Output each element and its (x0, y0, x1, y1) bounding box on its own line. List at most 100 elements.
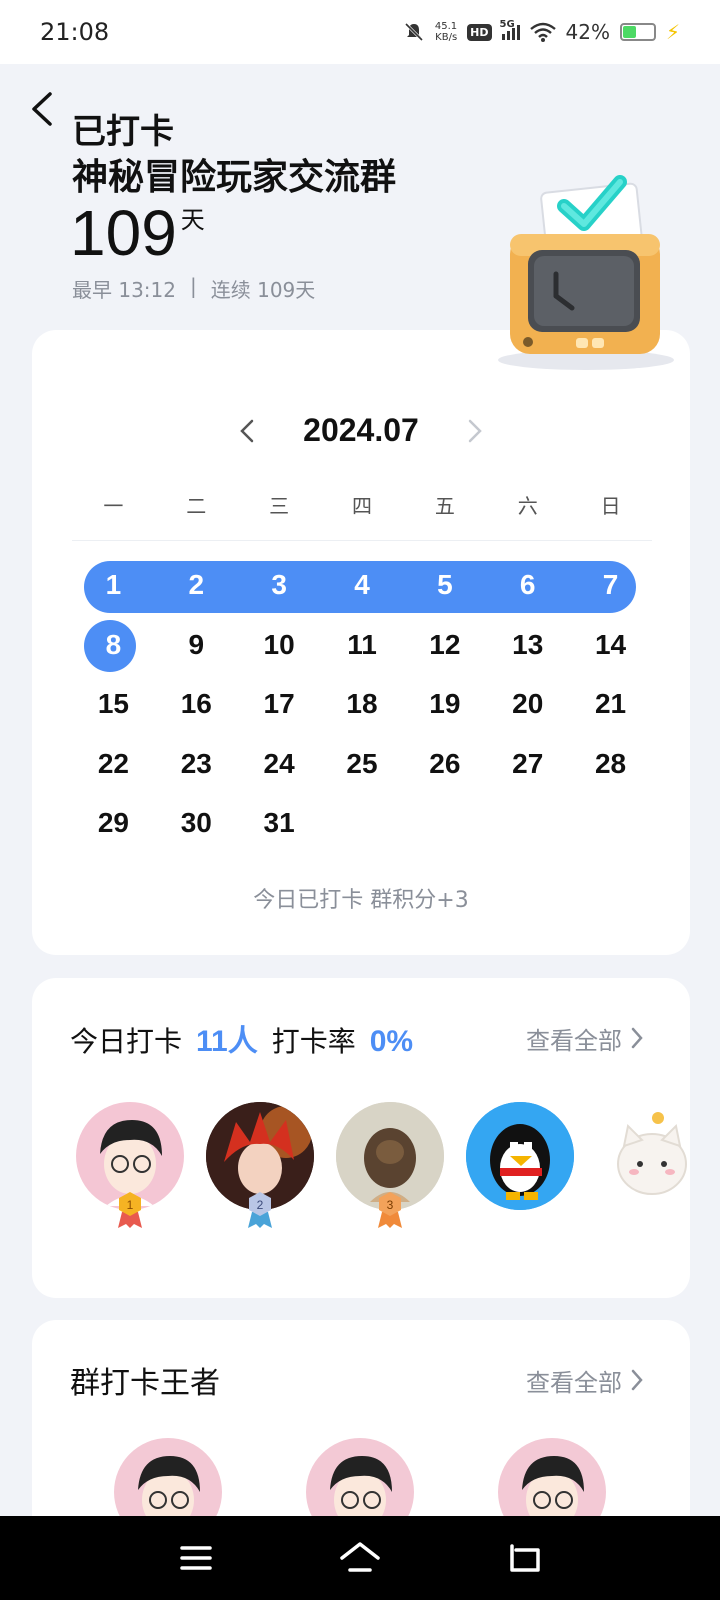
calendar-day-checked[interactable]: 6 (486, 561, 569, 621)
group-name: 神秘冒险玩家交流群 (72, 157, 397, 198)
calendar-day[interactable]: 13 (486, 621, 569, 681)
checkin-rate-label: 打卡率 (271, 1025, 356, 1058)
signal-icon: 5G (500, 19, 520, 40)
today-checkin-count: 11人 (196, 1025, 258, 1058)
calendar-day[interactable]: 12 (403, 621, 486, 681)
rank-number: 1 (127, 1198, 134, 1212)
today-see-all-link[interactable]: 查看全部 (526, 1021, 644, 1056)
calendar-day[interactable]: 24 (238, 740, 321, 800)
calendar-days: 1 2 3 4 5 6 7 8 9 10 11 12 13 14 15 16 17 18 19 20 21 22 23 24 2… (72, 561, 652, 859)
calendar-day[interactable]: 20 (486, 680, 569, 740)
back-button[interactable] (24, 84, 64, 134)
checkin-rate-value: 0% (369, 1025, 414, 1058)
calendar-day-today[interactable]: 8 (72, 621, 155, 681)
clock-checkin-illustration (498, 175, 674, 370)
return-icon[interactable] (502, 1536, 546, 1580)
weekday-label: 一 (103, 494, 124, 518)
calendar-day-checked[interactable]: 3 (238, 561, 321, 621)
status-time: 21:08 (40, 18, 110, 46)
battery-icon (619, 23, 656, 41)
status-bar: 21:08 45.1 KB/s HD 5G 42% ⚡ (0, 0, 720, 64)
today-checkin-label: 今日打卡 (70, 1025, 183, 1058)
calendar-day[interactable]: 19 (403, 680, 486, 740)
system-nav-bar (0, 1516, 720, 1600)
weekday-header: 一 二 三 四 五 六 日 (72, 490, 652, 519)
streak-days: 连续 109天 (210, 278, 316, 302)
calendar-day[interactable]: 10 (238, 621, 321, 681)
next-month-button[interactable] (465, 416, 485, 446)
weekday-label: 六 (517, 494, 538, 518)
month-label: 2024.07 (303, 412, 419, 448)
calendar-day[interactable]: 31 (238, 799, 321, 859)
earliest-time: 最早 13:12 (72, 278, 176, 302)
checkin-note: 今日已打卡 群积分+3 (253, 888, 469, 913)
calendar-day[interactable]: 29 (72, 799, 155, 859)
king-header: 群打卡王者 查看全部 (70, 1358, 644, 1402)
calendar-day[interactable]: 9 (155, 621, 238, 681)
calendar-day-checked[interactable]: 5 (403, 561, 486, 621)
calendar-day[interactable]: 18 (321, 680, 404, 740)
network-type: 5G (499, 18, 515, 30)
days-count: 109 (70, 197, 177, 269)
prev-month-button[interactable] (237, 416, 257, 446)
net-speed-value: 45.1 (434, 21, 458, 32)
weekday-label: 日 (600, 494, 621, 518)
mute-icon (404, 22, 423, 42)
calendar-day-checked[interactable]: 1 (72, 561, 155, 621)
menu-icon[interactable] (174, 1536, 218, 1580)
today-avatar-list: 1 2 3 (76, 1102, 690, 1242)
see-all-label: 查看全部 (526, 1368, 622, 1397)
weekday-label: 三 (269, 494, 290, 518)
checkin-status-title: 已打卡 (72, 112, 174, 152)
calendar-day[interactable]: 27 (486, 740, 569, 800)
today-checkin-card: 今日打卡 11人 打卡率 0% 查看全部 1 2 3 (32, 978, 690, 1298)
calendar-day[interactable]: 30 (155, 799, 238, 859)
weekday-label: 五 (434, 494, 455, 518)
calendar-day[interactable]: 17 (238, 680, 321, 740)
calendar-day[interactable]: 26 (403, 740, 486, 800)
days-unit: 天 (180, 206, 205, 234)
see-all-label: 查看全部 (526, 1026, 622, 1055)
status-icons: 45.1 KB/s HD 5G 42% ⚡ (403, 19, 680, 44)
battery-percent: 42% (565, 20, 610, 44)
checkin-days: 109 天 (70, 196, 205, 270)
rank-medal-1: 1 (118, 1192, 142, 1228)
hd-badge: HD (467, 23, 492, 41)
member-avatar[interactable] (466, 1102, 574, 1210)
calendar-day[interactable]: 22 (72, 740, 155, 800)
calendar-divider (72, 540, 652, 541)
calendar-day-checked[interactable]: 7 (569, 561, 652, 621)
calendar-day[interactable]: 11 (321, 621, 404, 681)
net-speed: 45.1 KB/s (435, 21, 457, 43)
calendar-day[interactable]: 23 (155, 740, 238, 800)
weekday-label: 四 (351, 494, 372, 518)
rank-number: 2 (257, 1198, 264, 1212)
chevron-right-icon (631, 1369, 643, 1391)
calendar-day[interactable]: 14 (569, 621, 652, 681)
rank-number: 3 (387, 1198, 394, 1212)
calendar-day[interactable]: 25 (321, 740, 404, 800)
weekday-label: 二 (186, 494, 207, 518)
member-avatar[interactable] (596, 1102, 690, 1210)
king-title: 群打卡王者 (70, 1366, 220, 1401)
home-icon[interactable] (338, 1536, 382, 1580)
rank-medal-2: 2 (248, 1192, 272, 1228)
calendar-day-checked[interactable]: 2 (155, 561, 238, 621)
king-see-all-link[interactable]: 查看全部 (526, 1363, 644, 1398)
rank-medal-3: 3 (378, 1192, 402, 1228)
calendar-day[interactable]: 15 (72, 680, 155, 740)
calendar-card: 2024.07 一 二 三 四 五 六 日 1 2 3 4 5 6 7 8 9 10 11 12 13 1… (32, 330, 690, 955)
calendar-day[interactable]: 28 (569, 740, 652, 800)
meta-separator: | (190, 274, 197, 298)
calendar-day[interactable]: 16 (155, 680, 238, 740)
charging-icon: ⚡ (665, 20, 680, 44)
chevron-right-icon (631, 1027, 643, 1049)
calendar-day[interactable]: 21 (569, 680, 652, 740)
calendar-day-checked[interactable]: 4 (321, 561, 404, 621)
net-speed-unit: KB/s (435, 32, 458, 43)
month-switcher: 2024.07 (32, 412, 690, 449)
today-checkin-summary: 今日打卡 11人 打卡率 0% (70, 1016, 413, 1060)
wifi-icon (529, 22, 556, 42)
checkin-meta: 最早 13:12 | 连续 109天 (72, 274, 315, 303)
today-checkin-header: 今日打卡 11人 打卡率 0% 查看全部 (70, 1016, 644, 1060)
